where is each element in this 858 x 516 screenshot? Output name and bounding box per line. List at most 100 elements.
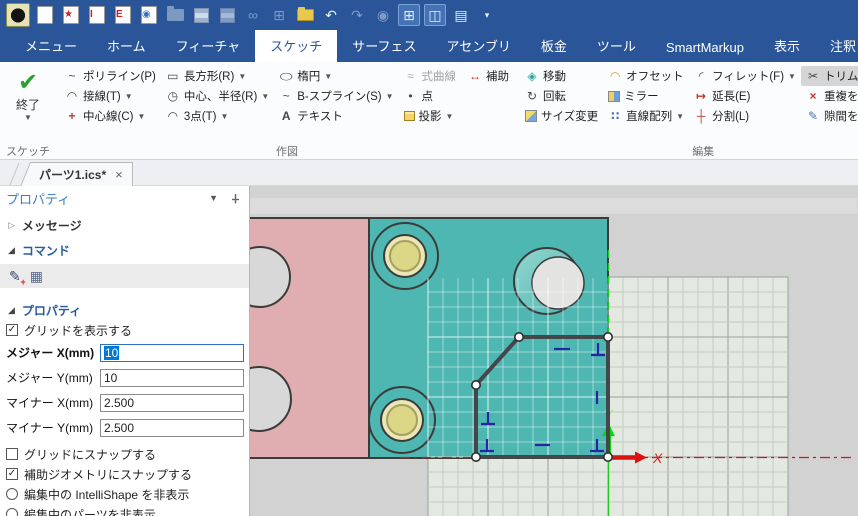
open-scene-icon[interactable]: ★ [63,6,79,24]
scene-browser-icon[interactable]: ⊞ [398,4,420,26]
tool-tangent[interactable]: ◠接線(T)▼ [60,86,161,106]
tab-assembly[interactable]: アセンブリ [432,30,526,62]
tool-point[interactable]: •点 [399,86,515,106]
linear-array-icon: ∷ [608,109,622,123]
group-label-edit: 編集 [520,143,858,159]
hide-intellishape-row: 編集中の IntelliShape を非表示 [0,484,249,504]
hide-intellishape-radio[interactable] [6,488,18,500]
catalog-icon[interactable] [297,9,314,21]
tool-bspline[interactable]: ~B-スプライン(S)▼ [274,86,398,106]
tool-offset[interactable]: ◠オフセット [603,66,689,86]
collapsed-triangle-icon: ▷ [8,220,15,231]
major-x-input[interactable]: 10 [100,344,244,362]
finish-sketch-button[interactable]: ✔ 終了 ▼ [2,66,54,122]
tool-centerline[interactable]: +中心線(C)▼ [60,106,161,126]
snap-aux-checkbox[interactable] [6,468,18,480]
close-icon[interactable]: × [115,167,123,182]
rectangle-icon: ▭ [166,69,180,83]
tab-feature[interactable]: フィーチャ [161,30,256,62]
app-logo-icon[interactable] [6,3,30,27]
panel-collapse-icon[interactable]: ▼ [209,193,218,203]
edit-grid-icon[interactable]: ✎ [9,268,21,285]
minor-y-label: マイナー Y(mm) [6,419,96,436]
tab-annotation[interactable]: 注釈 [815,30,858,62]
sketch-viewport[interactable]: X Y [250,186,858,516]
sphere-icon[interactable]: ◉ [372,4,394,26]
sketch-vertex[interactable] [604,333,612,341]
tool-trim[interactable]: ✂トリム(R) [801,66,858,86]
redo-icon[interactable]: ↷ [346,4,368,26]
new-drawing-icon[interactable]: ◉ [141,6,157,24]
chevron-down-icon: ▼ [676,112,684,121]
tool-resize[interactable]: サイズ変更 [520,106,603,126]
group-edit: ◈移動 ↻回転 サイズ変更 ◠オフセット ミラー ∷直線配列▼ ◜フィレット(F… [520,64,858,159]
hide-part-row: 編集中のパーツを非表示 [0,504,249,516]
section-commands[interactable]: ◢ コマンド [0,240,249,260]
sketch-vertex[interactable] [515,333,523,341]
tool-linear-array[interactable]: ∷直線配列▼ [603,106,689,126]
tool-3point-arc[interactable]: ◠3点(T)▼ [161,106,274,126]
tool-polyline[interactable]: ~ポリライン(P) [60,66,161,86]
snap-grid-checkbox[interactable] [6,448,18,460]
new-part-icon[interactable]: I [89,6,105,24]
qat-overflow-icon[interactable]: ▾ [476,4,498,26]
tab-smartmarkup[interactable]: SmartMarkup [651,34,759,62]
tool-mirror[interactable]: ミラー [603,86,689,106]
open-file-icon[interactable] [167,9,184,21]
hide-part-radio[interactable] [6,508,18,516]
arc-icon: ◠ [166,109,180,123]
minor-y-input[interactable]: 2.500 [100,419,244,437]
show-grid-checkbox[interactable] [6,324,18,336]
tool-split[interactable]: ┼分割(L) [689,106,801,126]
sketch-origin-vertex[interactable] [604,453,612,461]
tool-ellipse[interactable]: ◯楕円▼ [274,66,398,86]
group-label-sketch: スケッチ [2,143,54,159]
save-copy-icon[interactable] [220,8,235,23]
save-icon[interactable] [194,8,209,23]
tab-sheetmetal[interactable]: 板金 [526,30,582,62]
link-icon[interactable]: ∞ [242,4,264,26]
tab-surface[interactable]: サーフェス [337,30,431,62]
tool-move[interactable]: ◈移動 [520,66,603,86]
tool-text[interactable]: Aテキスト [274,106,398,126]
tool-remove-duplicates[interactable]: ×重複を削除 [801,86,858,106]
tool-rectangle[interactable]: ▭長方形(R)▼ [161,66,274,86]
pink-part[interactable] [250,218,369,458]
undo-icon[interactable]: ↶ [320,4,342,26]
section-properties[interactable]: ◢ プロパティ [0,300,249,320]
tab-edge-decoration [10,163,20,185]
tool-rotate[interactable]: ↻回転 [520,86,603,106]
minor-x-input[interactable]: 2.500 [100,394,244,412]
panel-layout-icon[interactable]: ◫ [424,4,446,26]
tool-auxiliary[interactable]: ↔補助 [463,66,514,86]
pin-icon[interactable] [230,193,241,204]
document-tab[interactable]: パーツ1.ics* × [30,162,133,186]
property-list-icon[interactable]: ▤ [450,4,472,26]
centerline-icon: + [65,109,79,123]
tool-fillet[interactable]: ◜フィレット(F)▼ [689,66,801,86]
polyline-icon: ~ [65,69,79,83]
tool-extend[interactable]: ↦延長(E) [689,86,801,106]
group-label-draw: 作図 [60,143,514,159]
tab-view[interactable]: 表示 [759,30,815,62]
sketch-vertex[interactable] [472,453,480,461]
tool-find-gaps[interactable]: ✎隙間を検索 [801,106,858,126]
fillet-icon: ◜ [694,69,708,83]
document-title: パーツ1.ics* [39,166,106,183]
new-sheet-icon[interactable]: E [115,6,131,24]
tool-projection[interactable]: 投影▼ [399,106,515,126]
group-draw: ~ポリライン(P) ◠接線(T)▼ +中心線(C)▼ ▭長方形(R)▼ ◷中心、… [60,64,514,159]
insert-part-icon[interactable]: ⊞ [268,4,290,26]
minor-x-row: マイナー X(mm) 2.500 [0,390,249,415]
tab-home[interactable]: ホーム [92,30,161,62]
sketch-vertex[interactable] [472,381,480,389]
tab-menu[interactable]: メニュー [10,30,92,62]
major-y-input[interactable]: 10 [100,369,244,387]
tool-center-radius-circle[interactable]: ◷中心、半径(R)▼ [161,86,274,106]
tab-sketch[interactable]: スケッチ [255,30,337,62]
tab-tools[interactable]: ツール [582,30,651,62]
grid-table-icon[interactable]: ▦ [30,268,43,285]
hide-intellishape-label: 編集中の IntelliShape を非表示 [24,486,189,503]
section-messages[interactable]: ▷ メッセージ [0,215,249,235]
new-document-icon[interactable] [37,6,53,24]
